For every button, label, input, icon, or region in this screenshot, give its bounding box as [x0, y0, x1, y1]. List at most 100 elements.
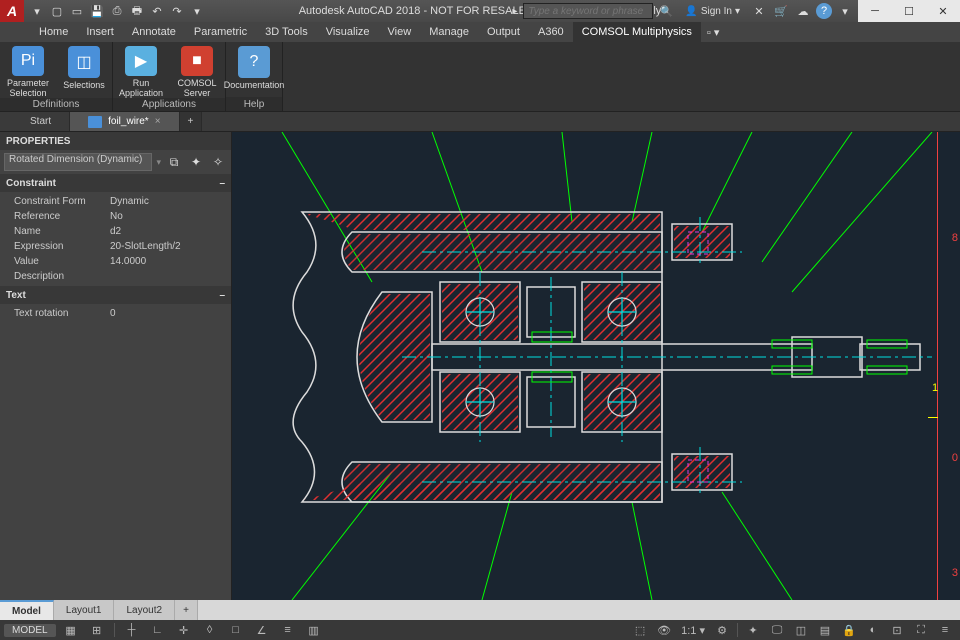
- section-header-constraint[interactable]: Constraint–: [0, 174, 231, 192]
- section-title: Text: [6, 290, 26, 301]
- ortho-icon[interactable]: ∟: [147, 621, 169, 639]
- layout-tab-layout1[interactable]: Layout1: [54, 600, 115, 620]
- toggle-pim-icon[interactable]: ✧: [209, 153, 227, 171]
- grid-icon[interactable]: ▦: [60, 621, 82, 639]
- tab-3d-tools[interactable]: 3D Tools: [256, 22, 317, 42]
- tab-home[interactable]: Home: [30, 22, 77, 42]
- undo-icon[interactable]: ↶: [148, 2, 166, 20]
- properties-panel: PROPERTIES Rotated Dimension (Dynamic) ▾…: [0, 132, 232, 600]
- drawing-canvas[interactable]: 8 0 3 1: [232, 132, 960, 600]
- print-icon[interactable]: 🖶: [128, 2, 146, 20]
- search-submit-icon[interactable]: 🔍: [657, 2, 675, 20]
- units-icon[interactable]: ◫: [790, 621, 812, 639]
- property-value[interactable]: 14.0000: [110, 256, 231, 267]
- property-value[interactable]: No: [110, 211, 231, 222]
- app-logo[interactable]: A: [0, 0, 24, 22]
- comsol-server-button[interactable]: ■COMSOL Server: [169, 42, 225, 98]
- cleanscreen-icon[interactable]: ⛶: [910, 621, 932, 639]
- monitor-icon[interactable]: 🖵: [766, 621, 788, 639]
- select-objects-icon[interactable]: ✦: [187, 153, 205, 171]
- properties-object-select[interactable]: Rotated Dimension (Dynamic): [4, 153, 152, 171]
- documentation-button[interactable]: ?Documentation: [226, 42, 282, 97]
- menu-dropdown-icon[interactable]: ▾: [28, 2, 46, 20]
- tab-parametric[interactable]: Parametric: [185, 22, 256, 42]
- document-tab[interactable]: Start: [12, 112, 70, 131]
- quickprops-icon[interactable]: ▤: [814, 621, 836, 639]
- new-tab-button[interactable]: +: [180, 112, 203, 131]
- polar-icon[interactable]: ✛: [173, 621, 195, 639]
- lineweight-icon[interactable]: ≡: [277, 621, 299, 639]
- property-row[interactable]: Expression20-SlotLength/2: [0, 239, 231, 254]
- quick-select-icon[interactable]: ⧉: [165, 153, 183, 171]
- minimize-button[interactable]: ─: [858, 0, 892, 22]
- tab-view[interactable]: View: [379, 22, 421, 42]
- property-row[interactable]: Named2: [0, 224, 231, 239]
- tab-annotate[interactable]: Annotate: [123, 22, 185, 42]
- model-space-button[interactable]: MODEL: [4, 624, 56, 637]
- help-icon[interactable]: ?: [816, 3, 832, 19]
- ribbon-group-label: Applications: [113, 98, 225, 111]
- run-application-icon: ▶: [125, 46, 157, 76]
- transparency-icon[interactable]: ▥: [303, 621, 325, 639]
- saveas-icon[interactable]: ⎙: [108, 2, 126, 20]
- tab-manage[interactable]: Manage: [420, 22, 478, 42]
- property-value[interactable]: Dynamic: [110, 196, 231, 207]
- osnap-icon[interactable]: □: [225, 621, 247, 639]
- property-value[interactable]: 20-SlotLength/2: [110, 241, 231, 252]
- close-button[interactable]: ✕: [926, 0, 960, 22]
- property-label: Constraint Form: [0, 196, 110, 207]
- constraint-icon[interactable]: ┼: [121, 621, 143, 639]
- run-application-button[interactable]: ▶Run Application: [113, 42, 169, 98]
- new-icon[interactable]: ▢: [48, 2, 66, 20]
- property-row[interactable]: Value14.0000: [0, 254, 231, 269]
- otrack-icon[interactable]: ∠: [251, 621, 273, 639]
- property-value[interactable]: 0: [110, 308, 231, 319]
- maximize-button[interactable]: ☐: [892, 0, 926, 22]
- help-dropdown-icon[interactable]: ▾: [836, 2, 854, 20]
- isolate-icon[interactable]: ◐: [862, 621, 884, 639]
- open-icon[interactable]: ▭: [68, 2, 86, 20]
- tab-visualize[interactable]: Visualize: [317, 22, 379, 42]
- cloud-icon[interactable]: ☁: [794, 2, 812, 20]
- document-tabs: Startfoil_wire*×+: [0, 112, 960, 132]
- parameter-selection-button[interactable]: PiParameter Selection: [0, 42, 56, 98]
- snap-icon[interactable]: ⊞: [86, 621, 108, 639]
- tab-comsol-multiphysics[interactable]: COMSOL Multiphysics: [573, 22, 701, 42]
- tab-overflow-icon[interactable]: ▫ ▾: [707, 22, 719, 42]
- ribbon-button-label: Parameter Selection: [0, 78, 56, 98]
- scale-button[interactable]: 1:1 ▾: [677, 621, 709, 639]
- tab-output[interactable]: Output: [478, 22, 529, 42]
- ribbon-group-help: ?DocumentationHelp: [226, 42, 283, 111]
- cart-icon[interactable]: 🛒: [772, 2, 790, 20]
- tab-insert[interactable]: Insert: [77, 22, 123, 42]
- layout-tab-layout2[interactable]: Layout2: [114, 600, 175, 620]
- property-row[interactable]: ReferenceNo: [0, 209, 231, 224]
- layout-tab-model[interactable]: Model: [0, 600, 54, 620]
- annotation-scale-icon[interactable]: ⬚: [629, 621, 651, 639]
- isodraft-icon[interactable]: ◊: [199, 621, 221, 639]
- qat-dropdown-icon[interactable]: ▾: [188, 2, 206, 20]
- tab-a360[interactable]: A360: [529, 22, 573, 42]
- document-tab[interactable]: foil_wire*×: [70, 112, 179, 131]
- search-input[interactable]: [523, 3, 653, 19]
- gear-icon[interactable]: ⚙: [711, 621, 733, 639]
- selections-button[interactable]: ◫Selections: [56, 42, 112, 98]
- annotation-vis-icon[interactable]: 👁: [653, 621, 675, 639]
- signin-button[interactable]: 👤 Sign In ▾: [679, 6, 746, 17]
- customize-icon[interactable]: ≡: [934, 621, 956, 639]
- lock-icon[interactable]: 🔒: [838, 621, 860, 639]
- workspace-icon[interactable]: ✦: [742, 621, 764, 639]
- hardware-icon[interactable]: ⊡: [886, 621, 908, 639]
- signin-label: Sign In: [701, 6, 732, 17]
- section-header-text[interactable]: Text–: [0, 286, 231, 304]
- new-layout-button[interactable]: +: [175, 600, 198, 620]
- property-row[interactable]: Text rotation0: [0, 306, 231, 321]
- exchange-icon[interactable]: ✕: [750, 2, 768, 20]
- save-icon[interactable]: 💾: [88, 2, 106, 20]
- redo-icon[interactable]: ↷: [168, 2, 186, 20]
- property-row[interactable]: Description: [0, 269, 231, 284]
- property-row[interactable]: Constraint FormDynamic: [0, 194, 231, 209]
- property-value[interactable]: d2: [110, 226, 231, 237]
- close-icon[interactable]: ×: [155, 116, 161, 127]
- properties-header: PROPERTIES: [0, 132, 231, 150]
